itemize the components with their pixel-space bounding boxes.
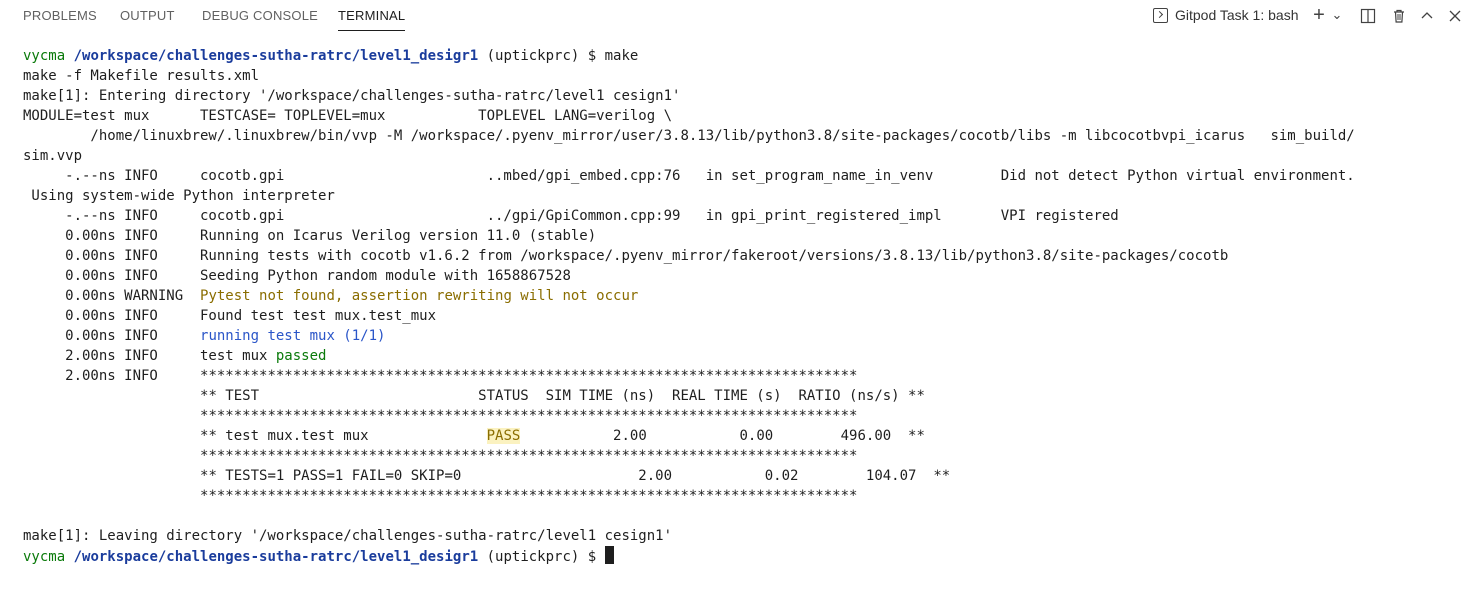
output-line: sim.vvp <box>23 148 83 164</box>
trash-icon <box>1394 9 1404 23</box>
terminal-icon <box>1153 8 1168 23</box>
status-badge: PASS <box>486 428 521 444</box>
warning-text: Pytest not found, assertion rewriting wi… <box>200 288 639 304</box>
output-line: /home/linuxbrew/.linuxbrew/bin/vvp -M /w… <box>23 128 1355 144</box>
tab-terminal[interactable]: TERMINAL <box>338 0 406 32</box>
tab-debug-console[interactable]: DEBUG CONSOLE <box>202 0 318 32</box>
output-line: -.--ns INFO cocotb.gpi ..mbed/gpi_embed.… <box>23 168 1355 184</box>
close-panel-button[interactable] <box>1444 0 1466 32</box>
results-header: ** TEST STATUS SIM TIME (ns) REAL TIME (… <box>200 388 925 404</box>
terminal-selector[interactable]: Gitpod Task 1: bash <box>1153 0 1298 32</box>
results-border: 2.00ns INFO ****************************… <box>23 368 858 384</box>
prompt-path: /workspace/challenges-sutha-ratrc/level1… <box>73 549 479 565</box>
tab-output[interactable]: OUTPUT <box>120 0 175 32</box>
prompt-line[interactable]: vycma /workspace/challenges-sutha-ratrc/… <box>23 546 614 566</box>
output-line: make -f Makefile results.xml <box>23 68 260 84</box>
prompt-venv: (uptickprc) $ <box>486 549 605 565</box>
prompt-path: /workspace/challenges-sutha-ratrc/level1… <box>73 48 479 64</box>
chevron-up-icon <box>1421 12 1433 19</box>
prompt-line: vycma /workspace/challenges-sutha-ratrc/… <box>23 46 638 66</box>
tab-problems[interactable]: PROBLEMS <box>23 0 97 32</box>
passed-text: passed <box>275 348 327 364</box>
running-line: 0.00ns INFO running test mux (1/1) <box>23 328 386 344</box>
close-icon <box>1449 10 1461 22</box>
results-border: ****************************************… <box>200 448 858 464</box>
prompt-venv: (uptickprc) $ <box>486 48 605 64</box>
output-line: 0.00ns INFO Running on Icarus Verilog ve… <box>23 228 597 244</box>
results-summary: ** TESTS=1 PASS=1 FAIL=0 SKIP=0 2.00 0.0… <box>200 468 951 484</box>
output-line: 0.00ns INFO Seeding Python random module… <box>23 268 571 284</box>
results-border: ****************************************… <box>200 488 858 504</box>
results-row: ** test mux.test mux PASS 2.00 0.00 496.… <box>200 428 925 444</box>
split-terminal-button[interactable] <box>1357 0 1379 32</box>
output-line: 0.00ns INFO Found test test mux.test_mux <box>23 308 437 324</box>
prompt-user: vycma <box>23 48 66 64</box>
warning-line: 0.00ns WARNING Pytest not found, asserti… <box>23 288 639 304</box>
split-icon <box>1360 8 1376 24</box>
new-terminal-button[interactable]: + <box>1309 0 1329 32</box>
prompt-command: make <box>604 48 639 64</box>
output-line: 0.00ns INFO Running tests with cocotb v1… <box>23 248 1229 264</box>
terminal-cursor <box>604 546 614 564</box>
results-border: ****************************************… <box>200 408 858 424</box>
output-line: -.--ns INFO cocotb.gpi ../gpi/GpiCommon.… <box>23 208 1119 224</box>
terminal-task-label: Gitpod Task 1: bash <box>1175 7 1299 23</box>
prompt-user: vycma <box>23 549 66 565</box>
output-line: MODULE=test mux TESTCASE= TOPLEVEL=mux T… <box>23 108 673 124</box>
panel-header: PROBLEMS OUTPUT DEBUG CONSOLE TERMINAL G… <box>0 0 1482 32</box>
output-line: make[1]: Entering directory '/workspace/… <box>23 88 681 104</box>
chevron-down-icon[interactable]: ⌄ <box>1329 0 1345 32</box>
output-line: make[1]: Leaving directory '/workspace/c… <box>23 528 673 544</box>
maximize-panel-button[interactable] <box>1416 0 1438 32</box>
output-line: Using system-wide Python interpreter <box>23 188 335 204</box>
passed-line: 2.00ns INFO test mux passed <box>23 348 327 364</box>
running-text: running test mux (1/1) <box>200 328 386 344</box>
kill-terminal-button[interactable] <box>1388 0 1410 32</box>
